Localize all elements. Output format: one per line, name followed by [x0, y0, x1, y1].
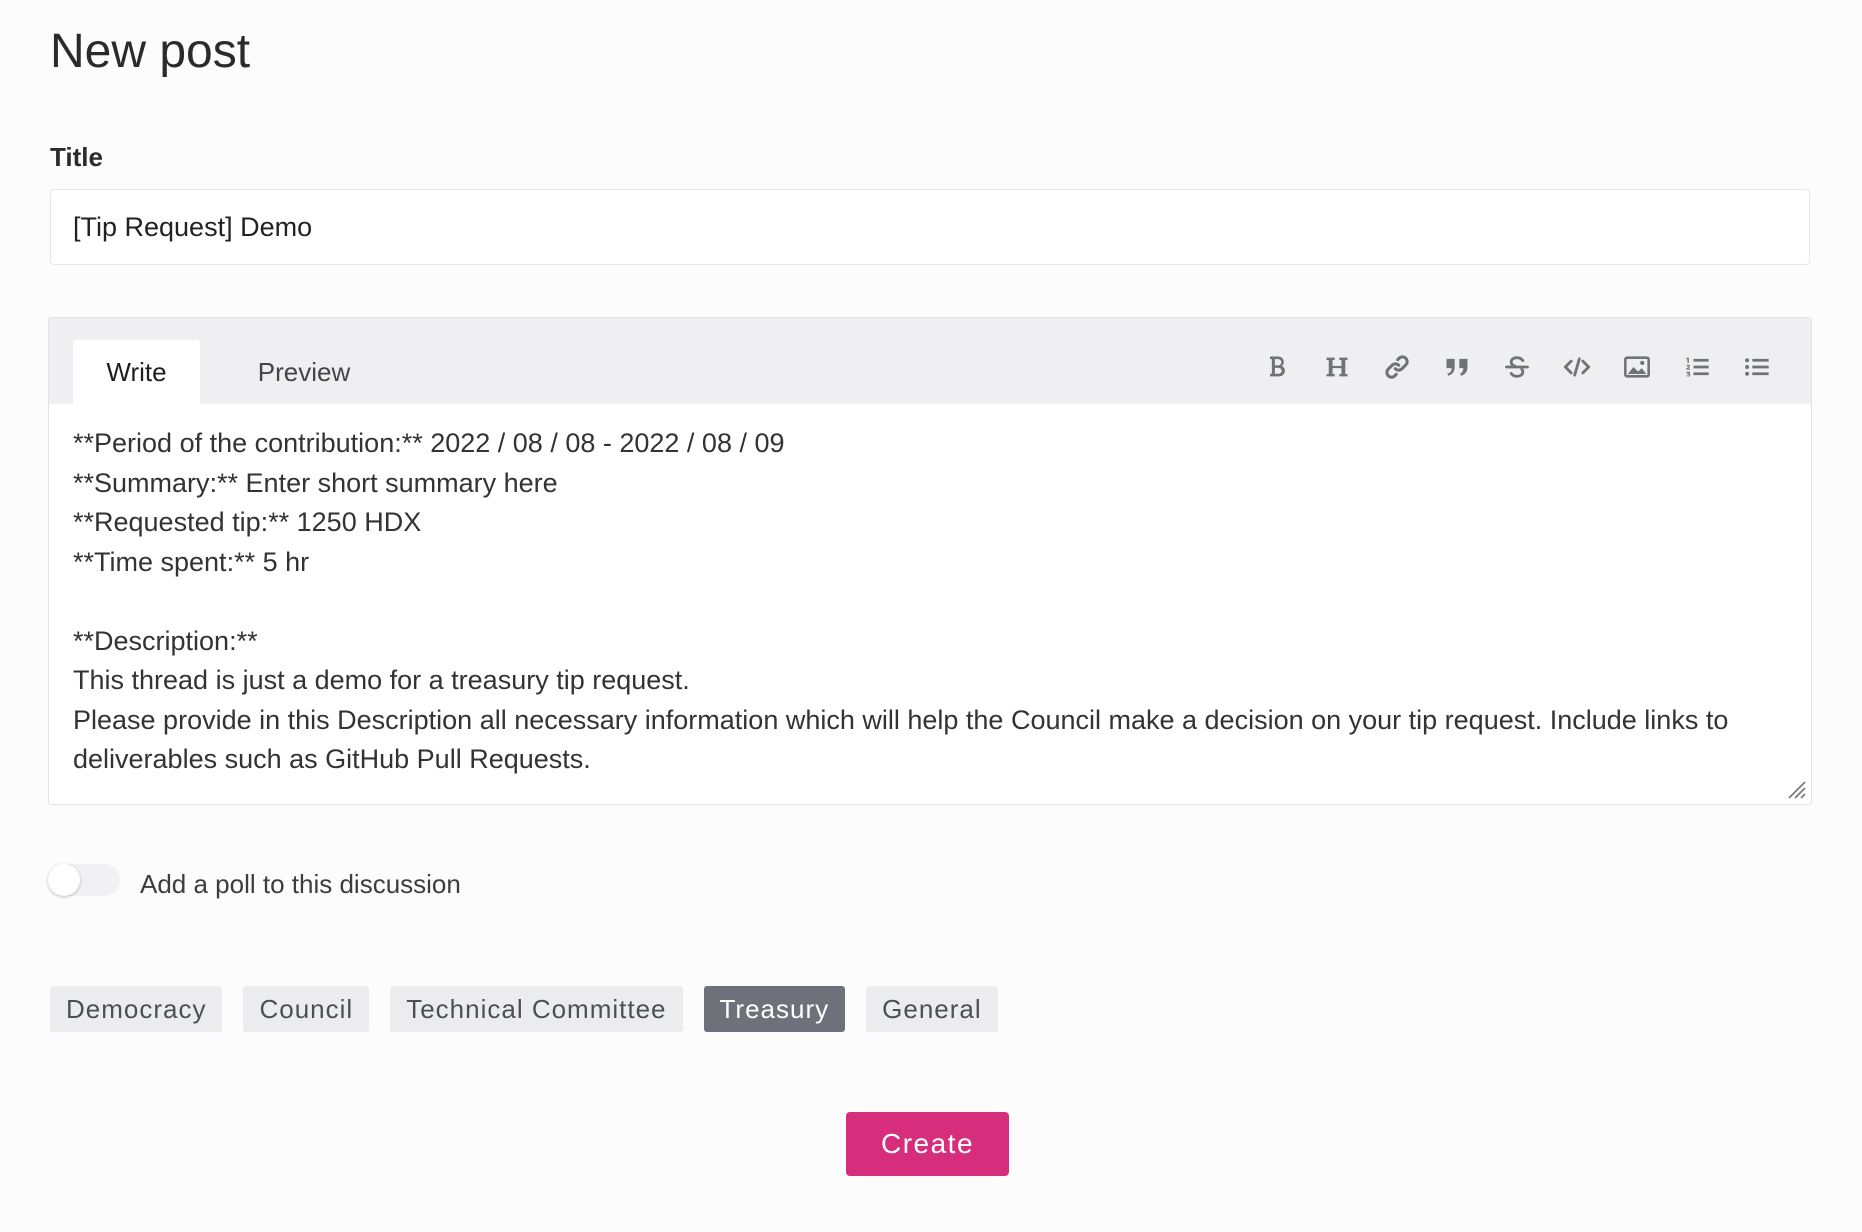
bold-icon[interactable]	[1247, 342, 1307, 392]
heading-icon[interactable]	[1307, 342, 1367, 392]
link-icon[interactable]	[1367, 342, 1427, 392]
unordered-list-icon[interactable]	[1727, 342, 1787, 392]
markdown-editor: Write Preview **Period of the contributi…	[48, 317, 1812, 805]
code-icon[interactable]	[1547, 342, 1607, 392]
tab-preview[interactable]: Preview	[229, 340, 379, 404]
editor-toolbar	[1247, 342, 1787, 392]
tag-democracy[interactable]: Democracy	[50, 986, 223, 1032]
toggle-knob	[48, 864, 80, 896]
title-input[interactable]	[50, 189, 1810, 265]
page-title: New post	[50, 25, 251, 78]
ordered-list-icon[interactable]	[1667, 342, 1727, 392]
tag-technical-committee[interactable]: Technical Committee	[390, 986, 683, 1032]
create-button[interactable]: Create	[846, 1112, 1009, 1176]
tag-list: Democracy Council Technical Committee Tr…	[50, 986, 998, 1032]
tag-council[interactable]: Council	[243, 986, 370, 1032]
tab-write[interactable]: Write	[73, 340, 200, 404]
tag-general[interactable]: General	[866, 986, 998, 1032]
editor-textarea[interactable]: **Period of the contribution:** 2022 / 0…	[49, 404, 1811, 804]
image-icon[interactable]	[1607, 342, 1667, 392]
title-label: Title	[50, 142, 103, 172]
new-post-page: New post Title Write Preview	[0, 0, 1862, 1232]
strikethrough-icon[interactable]	[1487, 342, 1547, 392]
resize-handle-icon[interactable]	[1783, 776, 1807, 800]
tag-treasury[interactable]: Treasury	[703, 986, 846, 1032]
quote-icon[interactable]	[1427, 342, 1487, 392]
poll-toggle[interactable]	[48, 864, 120, 896]
poll-toggle-label: Add a poll to this discussion	[140, 869, 461, 899]
editor-header: Write Preview	[49, 318, 1811, 404]
